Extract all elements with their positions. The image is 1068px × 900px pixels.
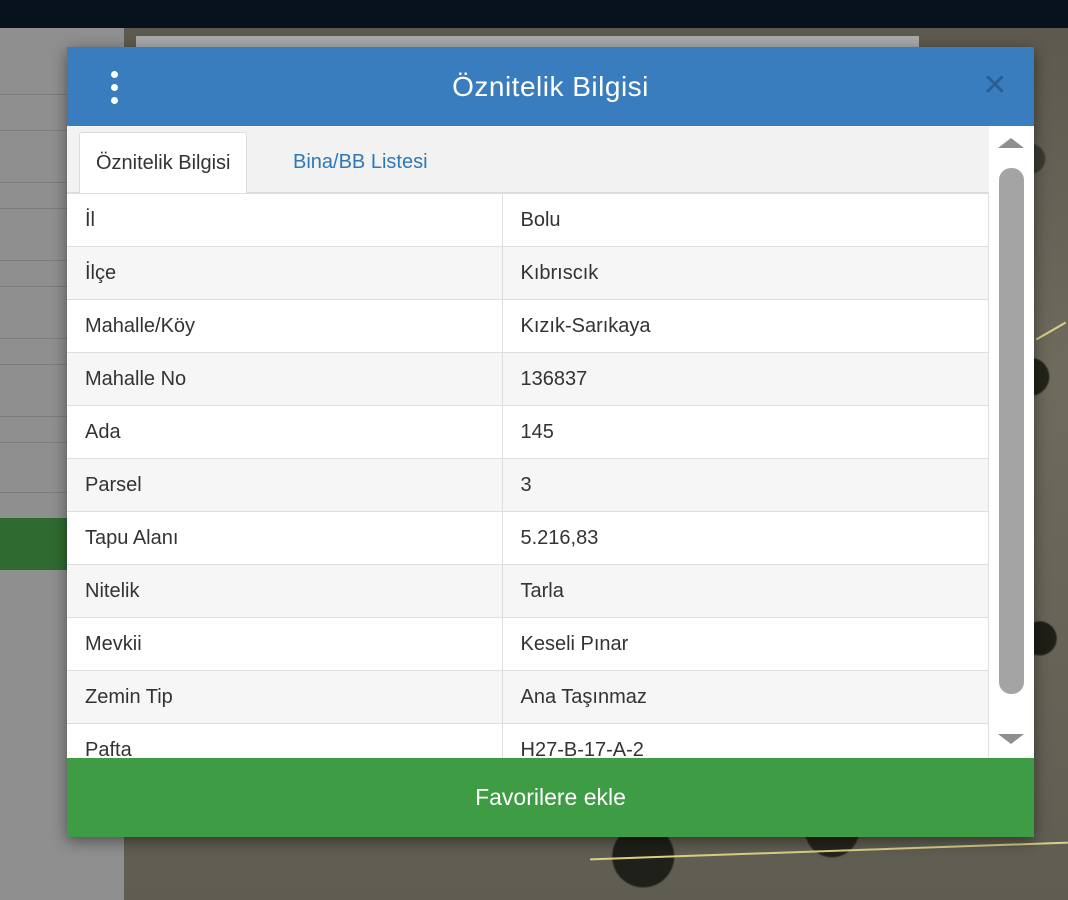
tab-attribute-info[interactable]: Öznitelik Bilgisi <box>79 132 248 194</box>
attribute-value: Kıbrıscık <box>502 246 989 300</box>
attribute-key: Parsel <box>67 458 503 512</box>
attribute-value: Bolu <box>502 193 989 247</box>
attribute-key: Mahalle No <box>67 352 503 406</box>
close-icon[interactable]: ✕ <box>982 71 1008 101</box>
attribute-value: 5.216,83 <box>502 511 989 565</box>
table-row: Mahalle No 136837 <box>67 352 989 406</box>
attribute-value: Keseli Pınar <box>502 617 989 671</box>
table-row: Parsel 3 <box>67 458 989 512</box>
add-to-favorites-button[interactable]: Favorilere ekle <box>67 758 1034 837</box>
attribute-value: 3 <box>502 458 989 512</box>
attribute-table: İl Bolu İlçe Kıbrıscık Mahalle/Köy Kızık-Sa… <box>67 193 989 758</box>
table-row: Mevkii Keseli Pınar <box>67 617 989 671</box>
attribute-info-modal: Öznitelik Bilgisi ✕ Öznitelik Bilgisi Bi… <box>67 47 1034 837</box>
attribute-value: Kızık-Sarıkaya <box>502 299 989 353</box>
scroll-down-arrow-icon[interactable] <box>998 734 1024 744</box>
scroll-up-arrow-icon[interactable] <box>998 138 1024 148</box>
modal-body: Öznitelik Bilgisi Bina/BB Listesi İl Bolu… <box>67 126 989 758</box>
attribute-value: 145 <box>502 405 989 459</box>
attribute-key: İlçe <box>67 246 503 300</box>
table-row: İl Bolu <box>67 193 989 247</box>
attribute-key: Nitelik <box>67 564 503 618</box>
table-row: İlçe Kıbrıscık <box>67 246 989 300</box>
attribute-value: H27-B-17-A-2 <box>502 723 989 758</box>
table-row: Mahalle/Köy Kızık-Sarıkaya <box>67 299 989 353</box>
attribute-value: 136837 <box>502 352 989 406</box>
attribute-key: İl <box>67 193 503 247</box>
attribute-value: Ana Taşınmaz <box>502 670 989 724</box>
table-row: Pafta H27-B-17-A-2 <box>67 723 989 758</box>
vertical-scrollbar[interactable] <box>989 126 1034 758</box>
table-row: Zemin Tip Ana Taşınmaz <box>67 670 989 724</box>
tab-building-list[interactable]: Bina/BB Listesi <box>277 132 444 192</box>
attribute-key: Mevkii <box>67 617 503 671</box>
attribute-value: Tarla <box>502 564 989 618</box>
attribute-key: Pafta <box>67 723 503 758</box>
attribute-key: Mahalle/Köy <box>67 299 503 353</box>
app-top-bar <box>0 0 1068 28</box>
attribute-key: Ada <box>67 405 503 459</box>
attribute-key: Tapu Alanı <box>67 511 503 565</box>
tab-bar: Öznitelik Bilgisi Bina/BB Listesi <box>67 126 989 194</box>
attribute-key: Zemin Tip <box>67 670 503 724</box>
modal-header: Öznitelik Bilgisi ✕ <box>67 47 1034 126</box>
scroll-thumb[interactable] <box>999 168 1024 694</box>
table-row: Tapu Alanı 5.216,83 <box>67 511 989 565</box>
table-row: Nitelik Tarla <box>67 564 989 618</box>
table-row: Ada 145 <box>67 405 989 459</box>
modal-title: Öznitelik Bilgisi <box>452 71 649 102</box>
